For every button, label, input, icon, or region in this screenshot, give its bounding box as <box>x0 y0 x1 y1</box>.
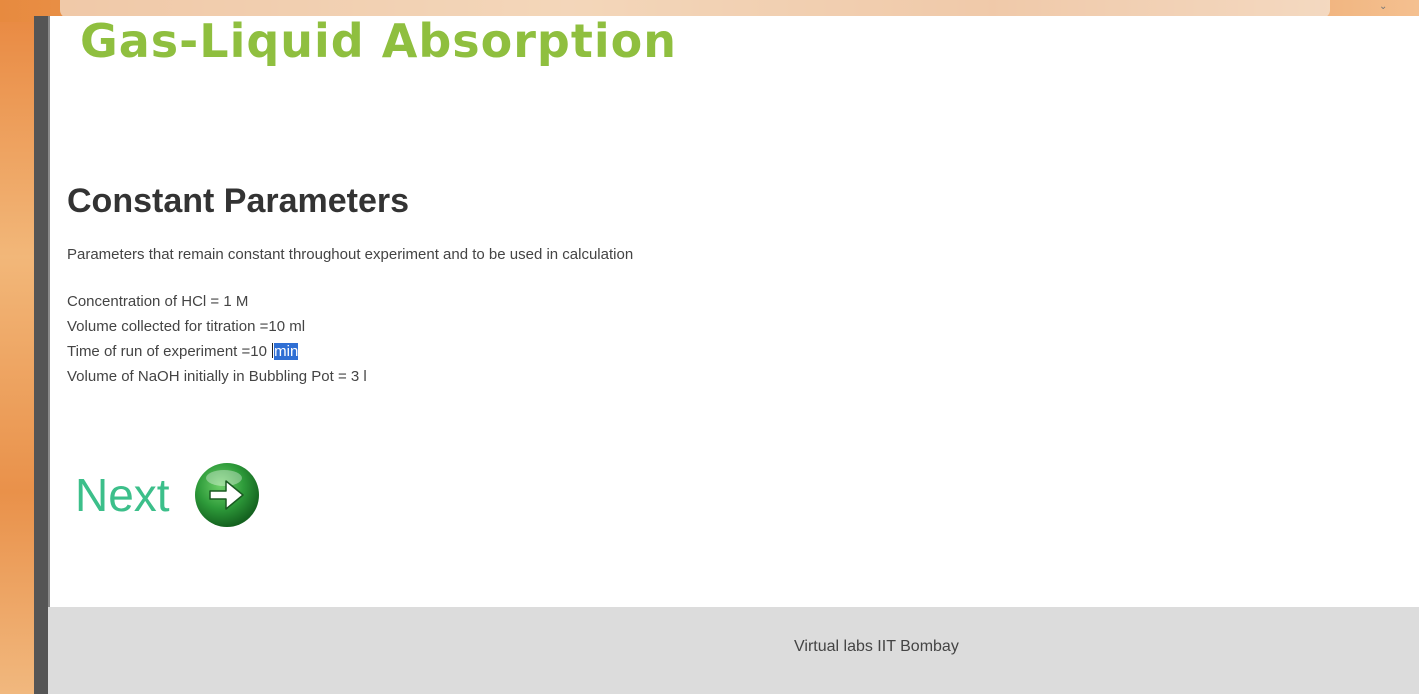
parameter-text: Concentration of HCl = 1 M <box>67 293 249 310</box>
parameter-text: Volume of NaOH initially in Bubbling Pot… <box>67 368 367 385</box>
parameter-text: Time of run of experiment =10 <box>67 343 272 360</box>
footer-text: Virtual labs IIT Bombay <box>794 638 959 655</box>
parameter-list: Concentration of HCl = 1 M Volume collec… <box>67 289 367 389</box>
scroll-indicator-icon: ⌄ <box>1379 1 1388 12</box>
arrow-right-circle-icon[interactable] <box>194 462 260 528</box>
app-title: Gas-Liquid Absorption <box>80 16 677 66</box>
parameter-text: Volume collected for titration =10 ml <box>67 318 306 335</box>
next-button[interactable]: Next <box>75 462 260 528</box>
parameter-item-naoh-volume: Volume of NaOH initially in Bubbling Pot… <box>67 364 367 389</box>
section-description: Parameters that remain constant througho… <box>67 246 634 263</box>
background-edge <box>0 22 34 694</box>
text-cursor <box>272 343 274 358</box>
section-heading: Constant Parameters <box>67 182 410 220</box>
page-border-line <box>48 16 50 694</box>
next-label: Next <box>75 469 170 521</box>
parameter-item-run-time: Time of run of experiment =10 min <box>67 339 367 364</box>
page-container: Gas-Liquid Absorption Constant Parameter… <box>34 16 1419 694</box>
footer: Virtual labs IIT Bombay <box>48 607 1419 694</box>
parameter-item-titration-volume: Volume collected for titration =10 ml <box>67 314 367 339</box>
parameter-item-hcl-concentration: Concentration of HCl = 1 M <box>67 289 367 314</box>
selected-text[interactable]: min <box>274 343 299 360</box>
